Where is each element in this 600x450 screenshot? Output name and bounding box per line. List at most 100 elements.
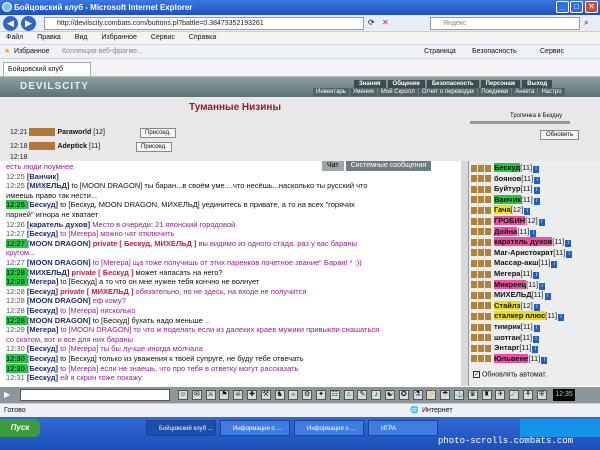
- toolbar-action-icon[interactable]: ⚔: [205, 390, 216, 400]
- chat-input[interactable]: [20, 389, 170, 401]
- chat-sender[interactable]: [MOON DRAGON]: [27, 316, 91, 325]
- toolbar-action-icon[interactable]: ♞: [274, 390, 285, 400]
- player-entry[interactable]: Юльвене[11] i: [471, 353, 599, 364]
- player-name[interactable]: ГРОБИН: [494, 216, 526, 225]
- toolbar-action-icon[interactable]: ♛: [467, 390, 478, 400]
- toolbar-action-icon[interactable]: ♜: [481, 390, 492, 400]
- browser-tab[interactable]: Бойцовский клуб: [3, 62, 91, 76]
- toolbar-action-icon[interactable]: ⌂: [343, 390, 354, 400]
- player-entry[interactable]: Микреец[11] i: [471, 279, 599, 290]
- subnav-transfers[interactable]: Отчет о переводах: [418, 88, 478, 96]
- start-button[interactable]: Пуск: [0, 419, 40, 437]
- chat-sender[interactable]: [Бескуд]: [27, 364, 58, 373]
- chat-sender[interactable]: [Бескуд]: [27, 200, 58, 209]
- task-game[interactable]: ИГРА: [368, 420, 438, 436]
- player-entry[interactable]: Маг-Аристократ[11] i: [471, 248, 599, 258]
- toolbar-action-icon[interactable]: ☺: [178, 390, 188, 400]
- favorites-star-icon[interactable]: ★: [4, 45, 10, 59]
- toolbar-action-icon[interactable]: ☯: [385, 390, 395, 400]
- toolbar-action-icon[interactable]: ✚: [247, 390, 257, 400]
- toolbar-action-icon[interactable]: ⚘: [523, 390, 533, 400]
- back-icon[interactable]: ◀: [3, 16, 18, 31]
- player-entry[interactable]: Ванчик[11] i: [471, 194, 599, 205]
- player-name[interactable]: Ванчик: [494, 194, 521, 204]
- player-info-icon[interactable]: i: [539, 282, 546, 290]
- menu-favorites[interactable]: Избранное: [101, 34, 136, 41]
- player-name[interactable]: сталкер плюс: [494, 311, 546, 321]
- minimize-icon[interactable]: _: [556, 1, 569, 13]
- auto-update[interactable]: ✓ Обновлять автомат.: [473, 371, 547, 378]
- player-info-icon[interactable]: i: [565, 240, 572, 248]
- chat-sender[interactable]: [Бескуд]: [27, 373, 58, 382]
- toolbar-action-icon[interactable]: ⚙: [302, 390, 313, 400]
- nav-knowledge[interactable]: Знания: [354, 80, 386, 88]
- chat-sender[interactable]: [МИХЕЛЬД]: [27, 268, 70, 277]
- chat-sender[interactable]: [MOON DRAGON]: [27, 258, 91, 267]
- player-info-icon[interactable]: i: [538, 219, 545, 226]
- favorites-button[interactable]: Избранное: [14, 45, 49, 59]
- player-info-icon[interactable]: i: [530, 229, 537, 237]
- player-entry[interactable]: Буйтур[11] i: [471, 184, 599, 195]
- player-entry[interactable]: тимрик[11] i: [471, 322, 599, 332]
- chat-scrollbar[interactable]: [461, 161, 468, 386]
- player-entry[interactable]: Энтарг[11] i: [471, 343, 599, 354]
- nav-exit[interactable]: Выход: [522, 80, 553, 88]
- player-info-icon[interactable]: i: [533, 166, 540, 173]
- chat-sender[interactable]: [Бескуд]: [27, 287, 58, 296]
- player-name[interactable]: Дойна: [494, 226, 518, 236]
- refresh-button[interactable]: Обновить: [540, 130, 580, 140]
- page-menu[interactable]: Страница: [424, 45, 456, 59]
- scroll-slider[interactable]: [470, 121, 570, 124]
- join-button[interactable]: Присоед.: [140, 128, 176, 138]
- subnav-settings[interactable]: Настро: [538, 88, 565, 96]
- player-info-icon[interactable]: i: [533, 303, 540, 311]
- subnav-profile[interactable]: Анкета: [512, 88, 538, 96]
- subnav-scroll[interactable]: Мой Скролл: [377, 88, 418, 96]
- battle-player-name[interactable]: Adeptick: [57, 143, 87, 150]
- player-entry[interactable]: каратель духов[11] i: [471, 237, 599, 248]
- player-info-icon[interactable]: i: [533, 335, 540, 343]
- menu-view[interactable]: Вид: [75, 34, 88, 41]
- chat-sender[interactable]: [Бескуд]: [27, 306, 58, 315]
- url-input[interactable]: http://devilscity.combats.com/buttons.pl…: [44, 17, 364, 30]
- toolbar-action-icon[interactable]: ✎: [357, 390, 368, 400]
- player-name[interactable]: Буйтур: [494, 184, 521, 193]
- toolbar-action-icon[interactable]: ⚡: [426, 390, 437, 400]
- chat-sender[interactable]: [Бескуд]: [27, 344, 58, 353]
- toolbar-action-icon[interactable]: ☄: [509, 390, 520, 400]
- task-info-2[interactable]: Информация о ...: [294, 420, 364, 436]
- player-name[interactable]: каратель духов: [494, 237, 553, 247]
- player-info-icon[interactable]: i: [524, 208, 531, 216]
- player-name[interactable]: Маг-Аристократ: [494, 248, 553, 257]
- toolbar-action-icon[interactable]: ⚗: [412, 390, 423, 400]
- chat-sender[interactable]: [MOON DRAGON]: [27, 239, 91, 248]
- refresh-icon[interactable]: ⟳: [368, 18, 375, 27]
- task-combats[interactable]: Бойцовский клуб ...: [146, 420, 216, 436]
- chat-sender[interactable]: [МИХЕЛЬД]: [27, 181, 70, 190]
- player-name[interactable]: Микреец: [494, 279, 527, 289]
- player-name[interactable]: Бескуд: [494, 163, 521, 172]
- player-entry[interactable]: шотган[11] i: [471, 333, 599, 343]
- menu-edit[interactable]: Правка: [37, 34, 61, 41]
- task-info-1[interactable]: Информация о ...: [220, 420, 290, 436]
- menu-tools[interactable]: Сервис: [151, 34, 175, 41]
- player-name[interactable]: Мегера: [494, 269, 520, 278]
- player-info-icon[interactable]: i: [566, 250, 573, 258]
- toolbar-action-icon[interactable]: ✪: [398, 390, 409, 400]
- chat-sender[interactable]: [Бескуд]: [27, 354, 58, 363]
- route-link[interactable]: Тропинка в Бездну: [510, 113, 562, 119]
- nav-character[interactable]: Персонаж: [480, 80, 521, 88]
- chat-sender[interactable]: [MOON DRAGON]: [27, 296, 91, 305]
- player-entry[interactable]: МИХЕЛЬД[11] i: [471, 290, 599, 301]
- player-name[interactable]: Стайлз: [494, 300, 521, 310]
- player-entry[interactable]: Дойна[11] i: [471, 226, 599, 237]
- player-entry[interactable]: Массар-акш[11] i: [471, 258, 599, 269]
- player-info-icon[interactable]: i: [533, 325, 540, 332]
- player-info-icon[interactable]: i: [541, 356, 548, 364]
- player-entry[interactable]: ГРОБИН[12] i: [471, 216, 599, 226]
- player-info-icon[interactable]: i: [534, 176, 541, 184]
- nav-security[interactable]: Безопасность: [426, 80, 479, 88]
- chat-sender[interactable]: [каратель духов]: [27, 220, 90, 229]
- stop-icon[interactable]: ✕: [382, 18, 389, 27]
- player-info-icon[interactable]: i: [533, 197, 540, 205]
